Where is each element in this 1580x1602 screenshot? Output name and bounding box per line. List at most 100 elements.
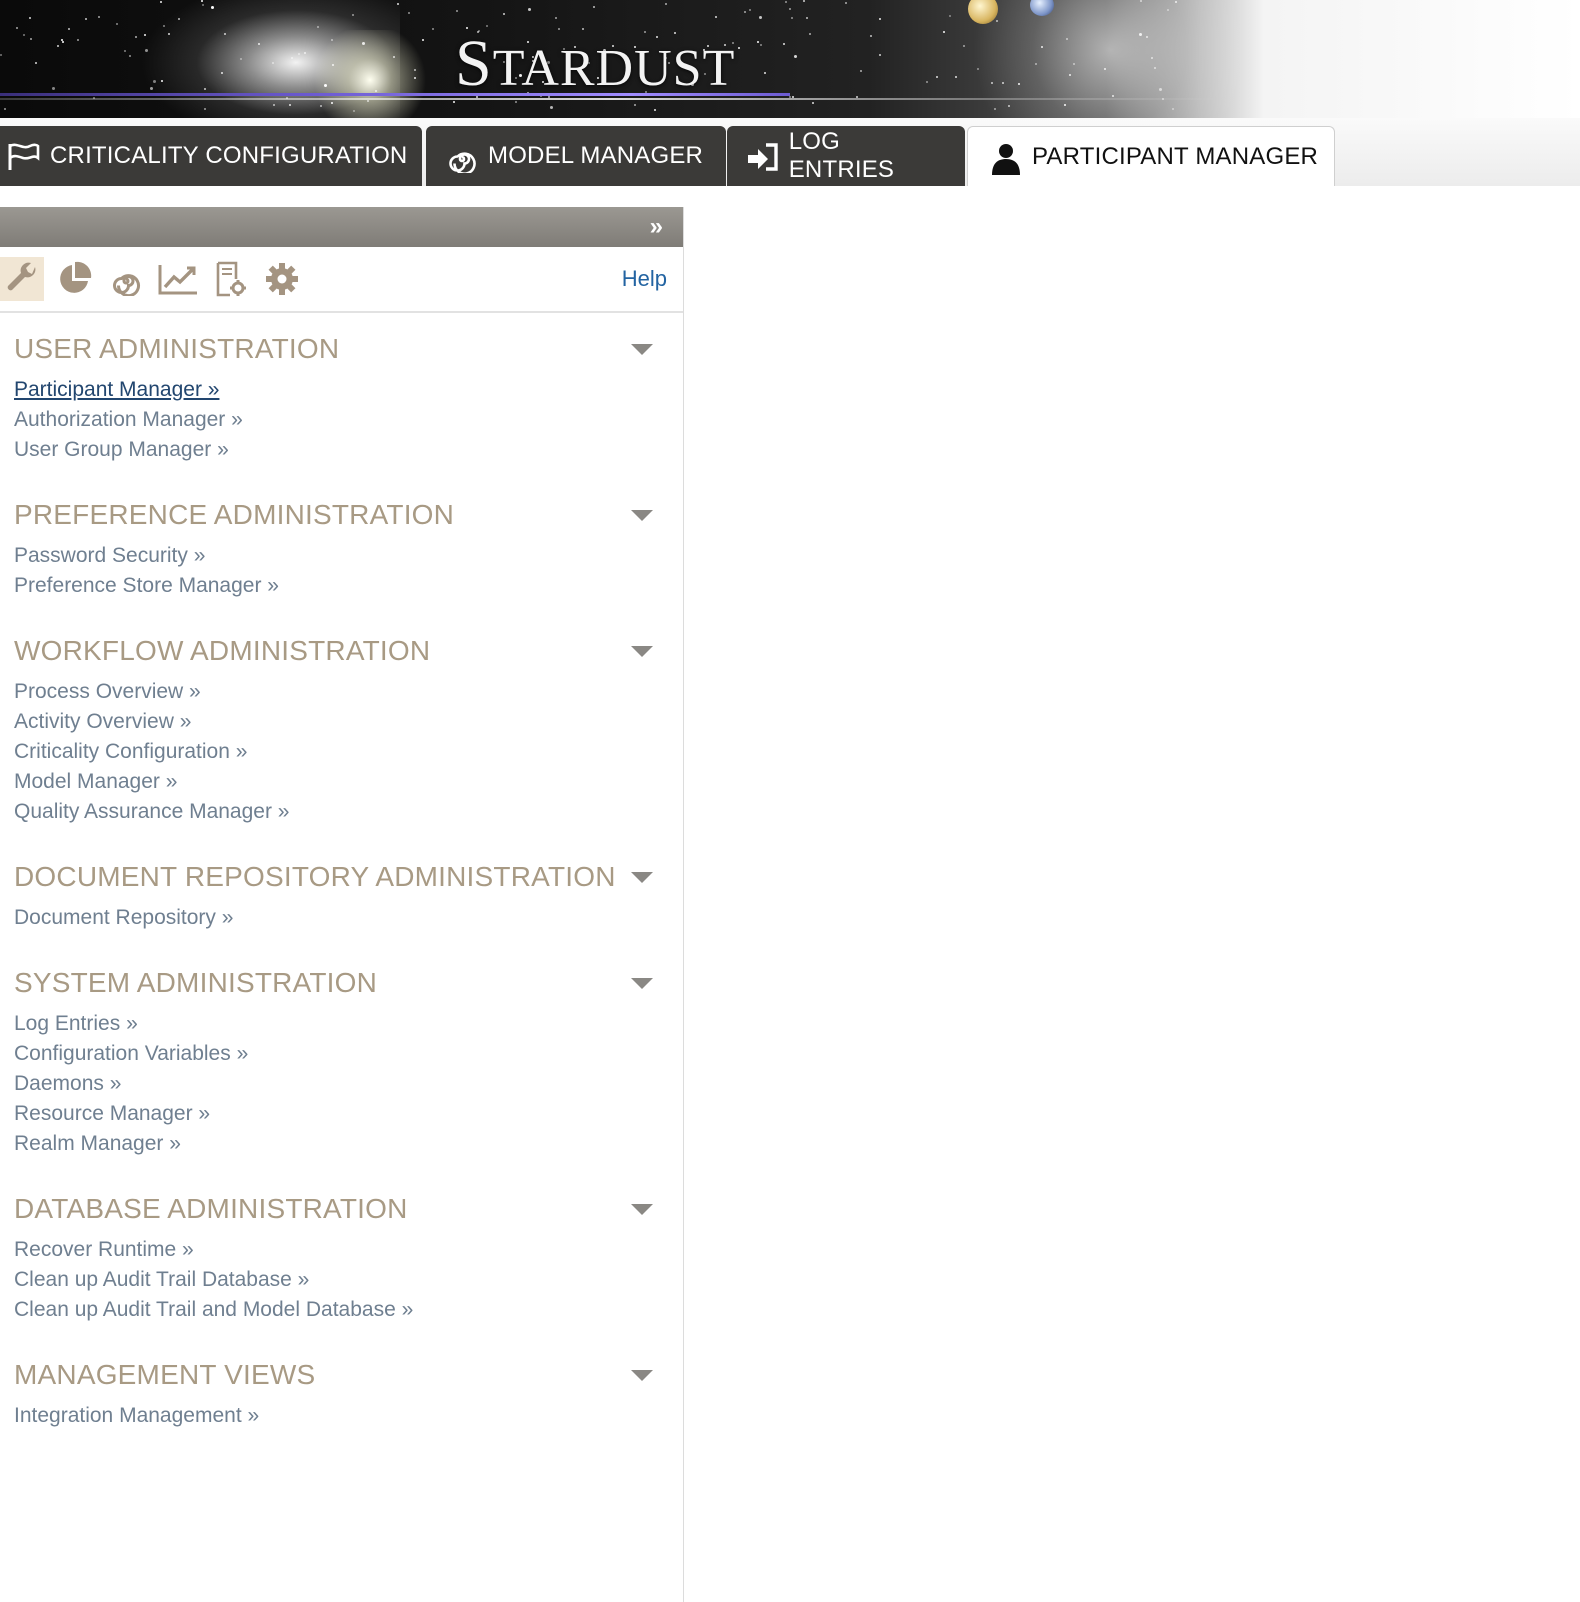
section-header[interactable]: DOCUMENT REPOSITORY ADMINISTRATION: [14, 855, 669, 899]
star-decoration: [51, 86, 55, 90]
star-decoration: [351, 13, 354, 16]
nav-link[interactable]: User Group Manager »: [14, 435, 669, 465]
nav-link[interactable]: Document Repository »: [14, 903, 669, 933]
nav-link[interactable]: Configuration Variables »: [14, 1039, 669, 1069]
chevron-down-icon[interactable]: [631, 343, 653, 355]
nav-link[interactable]: Process Overview »: [14, 677, 669, 707]
section-header[interactable]: MANAGEMENT VIEWS: [14, 1353, 669, 1397]
nav-link[interactable]: Realm Manager »: [14, 1129, 669, 1159]
wrench-icon[interactable]: [0, 257, 44, 301]
nav-link[interactable]: Log Entries »: [14, 1009, 669, 1039]
star-decoration: [135, 36, 138, 39]
star-decoration: [936, 76, 939, 79]
star-decoration: [374, 89, 377, 92]
star-decoration: [714, 15, 717, 18]
nav-link[interactable]: Clean up Audit Trail and Model Database …: [14, 1295, 669, 1325]
nav-link[interactable]: Authorization Manager »: [14, 405, 669, 435]
tab-criticality-configuration[interactable]: CRITICALITY CONFIGURATION: [0, 126, 422, 186]
chevron-down-icon[interactable]: [631, 977, 653, 989]
nav-link[interactable]: Clean up Audit Trail Database »: [14, 1265, 669, 1295]
section-header[interactable]: USER ADMINISTRATION: [14, 327, 669, 371]
star-decoration: [456, 9, 459, 12]
section-header[interactable]: PREFERENCE ADMINISTRATION: [14, 493, 669, 537]
admin-section: PREFERENCE ADMINISTRATION Password Securi…: [14, 493, 669, 601]
nav-link[interactable]: Recover Runtime »: [14, 1235, 669, 1265]
star-decoration: [860, 70, 863, 73]
tab-label: LOG ENTRIES: [788, 128, 895, 183]
nav-link[interactable]: Preference Store Manager »: [14, 571, 669, 601]
star-decoration: [68, 28, 71, 31]
star-decoration: [0, 53, 3, 56]
star-decoration: [555, 17, 558, 20]
help-link[interactable]: Help: [622, 266, 667, 292]
star-decoration: [35, 62, 38, 64]
tab-participant-manager[interactable]: PARTICIPANT MANAGER: [967, 126, 1335, 186]
collapse-panel-button[interactable]: »: [650, 213, 663, 241]
nav-link[interactable]: Participant Manager »: [14, 375, 669, 405]
chevron-down-icon[interactable]: [631, 645, 653, 657]
user-icon: [988, 139, 1024, 175]
nav-link[interactable]: Integration Management »: [14, 1401, 669, 1431]
spiral-icon: [444, 138, 480, 174]
tab-log-entries[interactable]: LOG ENTRIES: [727, 126, 965, 186]
star-decoration: [808, 32, 811, 35]
star-decoration: [160, 79, 163, 82]
star-decoration: [943, 30, 945, 33]
nav-link[interactable]: Quality Assurance Manager »: [14, 797, 669, 827]
nav-link[interactable]: Daemons »: [14, 1069, 669, 1099]
star-decoration: [163, 24, 166, 27]
section-links: Recover Runtime » Clean up Audit Trail Da…: [14, 1235, 669, 1325]
admin-section: WORKFLOW ADMINISTRATION Process Overview …: [14, 629, 669, 827]
panel-header: »: [0, 207, 683, 247]
star-decoration: [1146, 35, 1149, 38]
tab-label: MODEL MANAGER: [488, 142, 704, 169]
tab-model-manager[interactable]: MODEL MANAGER: [426, 126, 726, 186]
star-decoration: [1068, 73, 1071, 76]
star-decoration: [794, 54, 798, 58]
chevron-down-icon[interactable]: [631, 1369, 653, 1381]
line-chart-icon[interactable]: [156, 257, 200, 301]
star-decoration: [62, 40, 65, 43]
nav-link[interactable]: Resource Manager »: [14, 1099, 669, 1129]
star-decoration: [996, 19, 999, 22]
section-header[interactable]: WORKFLOW ADMINISTRATION: [14, 629, 669, 673]
star-decoration: [29, 16, 32, 19]
admin-section: MANAGEMENT VIEWS Integration Management »: [14, 1353, 669, 1431]
star-decoration: [760, 43, 763, 46]
spiral-icon[interactable]: [104, 257, 148, 301]
document-settings-icon[interactable]: [208, 257, 252, 301]
star-decoration: [1034, 62, 1037, 65]
nav-link[interactable]: Criticality Configuration »: [14, 737, 669, 767]
section-links: Document Repository »: [14, 903, 669, 933]
star-decoration: [84, 17, 87, 20]
chevron-down-icon[interactable]: [631, 509, 653, 521]
section-header[interactable]: SYSTEM ADMINISTRATION: [14, 961, 669, 1005]
star-decoration: [738, 47, 741, 50]
star-decoration: [528, 8, 532, 12]
star-decoration: [764, 72, 767, 75]
section-links: Integration Management »: [14, 1401, 669, 1431]
star-decoration: [782, 43, 785, 46]
star-decoration: [422, 38, 425, 41]
star-decoration: [123, 49, 126, 52]
gear-icon[interactable]: [260, 257, 304, 301]
chevron-down-icon[interactable]: [631, 871, 653, 883]
star-decoration: [316, 26, 319, 29]
admin-section: USER ADMINISTRATION Participant Manager »…: [14, 327, 669, 465]
star-decoration: [204, 87, 207, 90]
star-decoration: [396, 3, 399, 6]
tab-label: PARTICIPANT MANAGER: [1032, 142, 1319, 170]
section-title: MANAGEMENT VIEWS: [14, 1359, 316, 1390]
section-header[interactable]: DATABASE ADMINISTRATION: [14, 1187, 669, 1231]
pie-chart-icon[interactable]: [52, 257, 96, 301]
section-title: SYSTEM ADMINISTRATION: [14, 967, 378, 998]
star-decoration: [802, 0, 805, 3]
admin-section: SYSTEM ADMINISTRATION Log Entries » Config…: [14, 961, 669, 1159]
nav-link[interactable]: Model Manager »: [14, 767, 669, 797]
star-decoration: [502, 12, 505, 15]
chevron-down-icon[interactable]: [631, 1203, 653, 1215]
nav-link[interactable]: Activity Overview »: [14, 707, 669, 737]
star-decoration: [665, 2, 668, 5]
nav-link[interactable]: Password Security »: [14, 541, 669, 571]
star-decoration: [152, 80, 156, 84]
